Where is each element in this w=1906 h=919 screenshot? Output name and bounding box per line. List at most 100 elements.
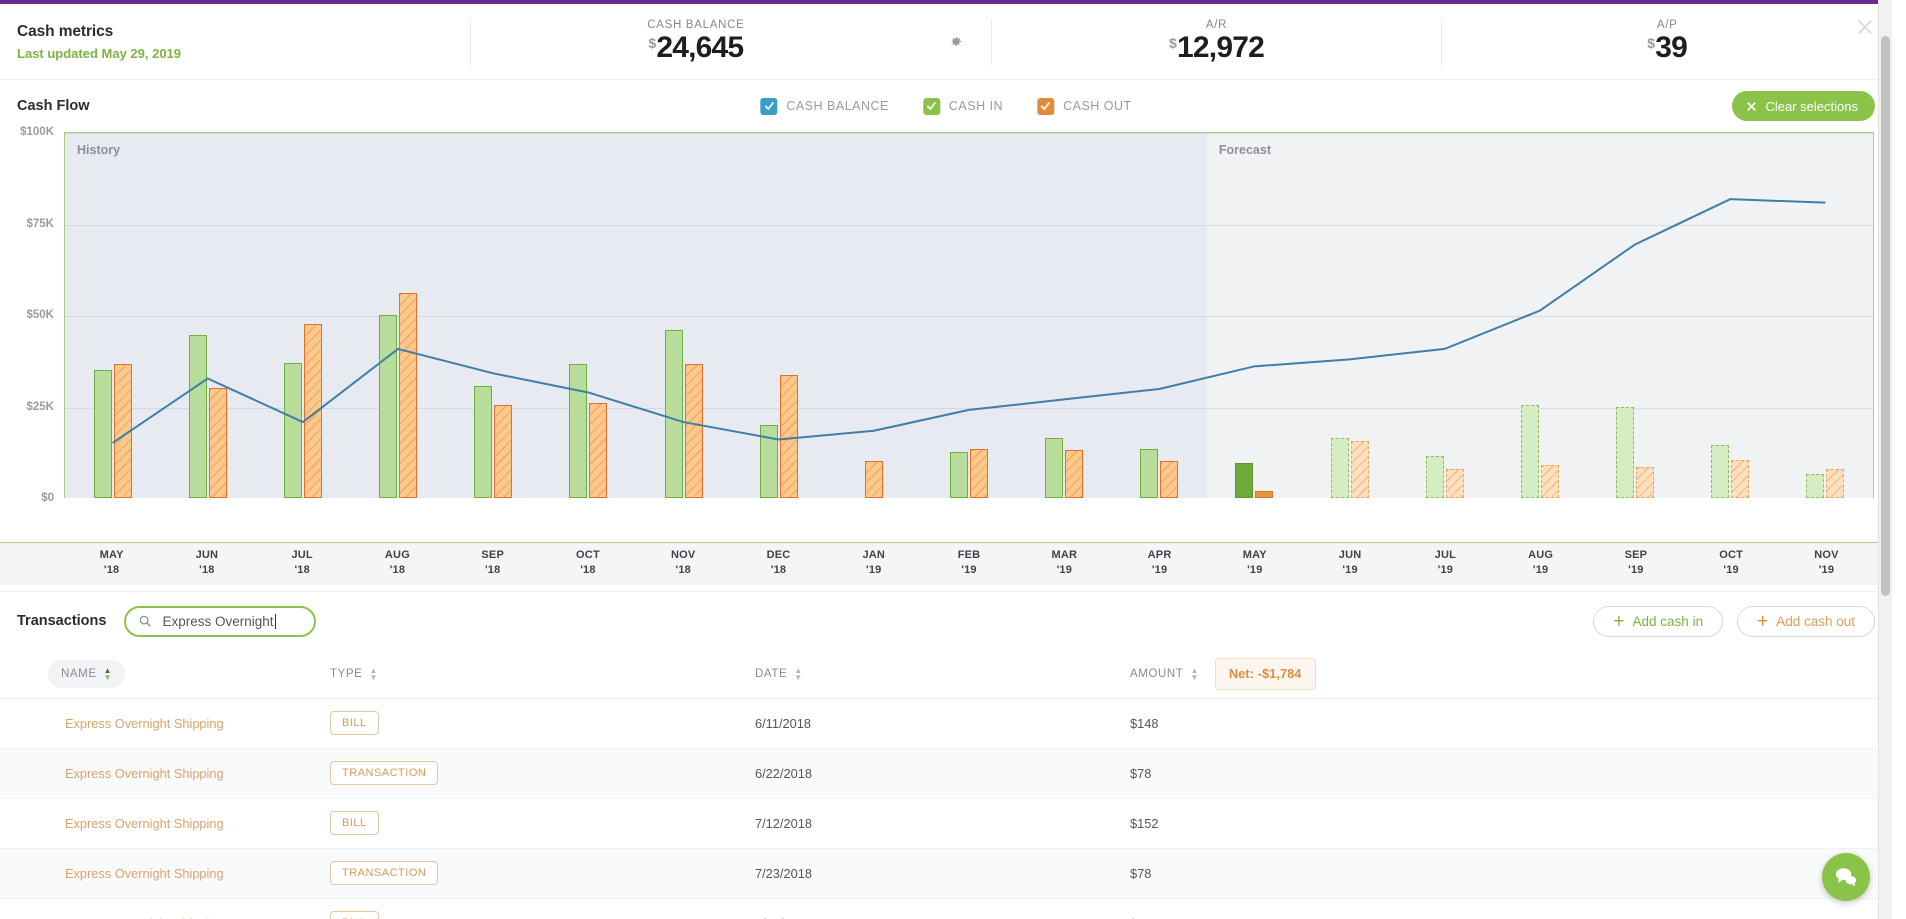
bar-cash-out[interactable] [399, 293, 418, 498]
bar-cash-in[interactable] [1045, 437, 1064, 498]
column-header-amount[interactable]: AMOUNT ▲ ▼ Net: -$1,784 [1130, 650, 1892, 699]
legend-item-cash-balance[interactable]: CASH BALANCE [760, 97, 889, 115]
checkbox-cash-out[interactable] [1037, 97, 1055, 115]
scrollbar-thumb[interactable] [1881, 36, 1890, 596]
chart-bar-group[interactable] [1492, 133, 1587, 498]
chart-bar-group[interactable] [921, 133, 1016, 498]
x-axis-tick: AUG '19 [1528, 549, 1554, 576]
y-axis-tick: $75K [26, 217, 55, 230]
bar-cash-in[interactable] [1330, 437, 1349, 498]
settings-button[interactable] [921, 34, 991, 49]
bar-cash-in[interactable] [188, 335, 207, 498]
bar-cash-in[interactable] [759, 424, 778, 498]
bar-cash-out[interactable] [684, 364, 703, 498]
bar-cash-in[interactable] [283, 362, 302, 498]
chart-bar-group[interactable] [1588, 133, 1683, 498]
bar-cash-out[interactable] [1731, 459, 1750, 498]
bar-cash-in[interactable] [379, 315, 398, 498]
legend-item-cash-out[interactable]: CASH OUT [1037, 97, 1132, 115]
metric-label: A/R [1205, 19, 1228, 32]
bar-cash-in[interactable] [1235, 463, 1254, 498]
bar-cash-in[interactable] [569, 364, 588, 498]
table-row[interactable]: Express Overnight Shipping BILL 7/12/2018 $… [0, 798, 1892, 849]
bar-cash-out[interactable] [969, 448, 988, 498]
sort-arrows[interactable]: ▲ ▼ [1190, 666, 1199, 681]
chart-bar-group[interactable] [446, 133, 541, 498]
chart-bar-group[interactable] [1778, 133, 1873, 498]
cash-flow-title: Cash Flow [17, 98, 90, 114]
table-row[interactable]: Express Overnight ShippingBILL 8/12/2018$… [0, 898, 1892, 919]
chart-bar-group[interactable] [541, 133, 636, 498]
bar-cash-in[interactable] [664, 329, 683, 498]
bar-cash-out[interactable] [208, 388, 227, 498]
bar-cash-in[interactable] [93, 369, 112, 498]
bar-cash-out[interactable] [1540, 465, 1559, 498]
add-cash-in-button[interactable]: + Add cash in [1593, 605, 1724, 637]
sort-arrows[interactable]: ▲ ▼ [794, 666, 803, 681]
checkbox-cash-balance[interactable] [760, 97, 778, 115]
bar-cash-out[interactable] [1826, 468, 1845, 498]
column-header-type[interactable]: TYPE ▲ ▼ [330, 650, 755, 699]
cell-name[interactable]: Express Overnight Shipping [0, 848, 330, 899]
bar-cash-out[interactable] [1636, 466, 1655, 498]
cell-amount: $148 [1130, 898, 1892, 919]
bar-cash-out[interactable] [1160, 461, 1179, 498]
clear-selections-button[interactable]: Clear selections [1731, 91, 1875, 121]
bar-cash-out[interactable] [1065, 450, 1084, 498]
bar-cash-in[interactable] [1616, 406, 1635, 498]
sort-arrows[interactable]: ▲ ▼ [104, 666, 113, 681]
chart-bar-group[interactable] [160, 133, 255, 498]
bar-cash-in[interactable] [1520, 404, 1539, 498]
plus-icon: + [1613, 610, 1625, 632]
bar-cash-out[interactable] [1350, 441, 1369, 498]
cell-name[interactable]: Express Overnight Shipping [0, 698, 330, 749]
search-input[interactable]: Express Overnight [124, 605, 317, 637]
bar-cash-out[interactable] [589, 402, 608, 498]
table-row[interactable]: Express Overnight Shipping TRANSACTION 7/2… [0, 848, 1892, 899]
chart-bar-group[interactable] [255, 133, 350, 498]
legend-item-cash-in[interactable]: CASH IN [922, 97, 1003, 115]
chart-bar-group[interactable] [1302, 133, 1397, 498]
gear-icon [951, 37, 962, 46]
close-panel-button[interactable] [1854, 16, 1876, 38]
checkbox-cash-in[interactable] [922, 97, 940, 115]
chart-bar-group[interactable] [636, 133, 731, 498]
bar-cash-out[interactable] [494, 404, 513, 498]
bar-cash-in[interactable] [1711, 444, 1730, 498]
y-axis-tick: $50K [26, 309, 55, 321]
cell-name[interactable]: Express Overnight Shipping [0, 748, 330, 799]
chart-bar-group[interactable] [65, 133, 160, 498]
cell-name[interactable]: Express Overnight Shipping [0, 798, 330, 849]
chart-bar-group[interactable] [731, 133, 826, 498]
column-header-name[interactable]: NAME ▲ ▼ [0, 650, 330, 699]
chart-bar-group[interactable] [826, 133, 921, 498]
bar-cash-in[interactable] [1140, 448, 1159, 498]
chart-bar-group[interactable] [1207, 133, 1302, 498]
chart-y-axis: $0 $25K $50K $75K $100K [0, 126, 62, 504]
table-row[interactable]: Express Overnight Shipping BILL 6/11/2018 $… [0, 698, 1892, 749]
bar-cash-in[interactable] [1425, 455, 1444, 498]
cell-amount: $78 [1130, 848, 1892, 899]
chart-bar-group[interactable] [1112, 133, 1207, 498]
bar-cash-out[interactable] [303, 324, 322, 498]
page-scrollbar[interactable] [1878, 0, 1892, 919]
bar-cash-in[interactable] [474, 386, 493, 498]
chart-bar-group[interactable] [350, 133, 445, 498]
bar-cash-out[interactable] [113, 364, 132, 498]
column-header-date[interactable]: DATE ▲ ▼ [755, 650, 1130, 699]
chat-widget-button[interactable] [1822, 853, 1870, 901]
bar-cash-out[interactable] [1445, 468, 1464, 498]
chart-bar-group[interactable] [1683, 133, 1778, 498]
bar-cash-out[interactable] [779, 375, 798, 498]
bar-cash-out[interactable] [864, 461, 883, 498]
cell-name[interactable]: Express Overnight Shipping [0, 898, 330, 919]
table-row[interactable]: Express Overnight Shipping TRANSACTION 6/2… [0, 748, 1892, 799]
chart-bar-group[interactable] [1017, 133, 1112, 498]
chart-bar-group[interactable] [1397, 133, 1492, 498]
bar-cash-in[interactable] [949, 452, 968, 498]
sort-arrows[interactable]: ▲ ▼ [369, 666, 378, 681]
bar-cash-in[interactable] [1806, 474, 1825, 498]
search-icon [140, 615, 152, 627]
bar-cash-out[interactable] [1255, 490, 1274, 498]
add-cash-out-button[interactable]: + Add cash out [1737, 605, 1875, 637]
